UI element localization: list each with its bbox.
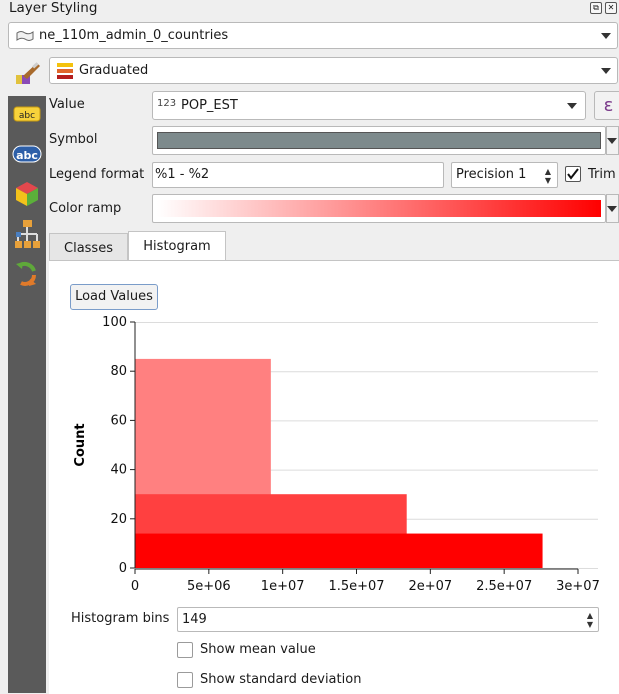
chevron-down-icon [567,102,577,109]
color-ramp-menu-button[interactable] [606,194,619,223]
chart-bars [135,358,543,568]
svg-text:abc: abc [16,149,38,162]
precision-spinbox[interactable]: Precision 1 ▲ ▼ [451,162,558,188]
value-field-name: POP_EST [181,98,238,113]
spinner-arrows-icon[interactable]: ▲ ▼ [587,611,593,629]
x-tick-label: 3e+07 [556,579,600,594]
chevron-down-icon [607,205,617,212]
y-gridline [134,567,599,569]
graduated-icon [57,63,73,79]
titlebar-buttons: ⧉ ✕ [590,2,617,14]
y-tick-label: 80 [110,364,127,379]
symbol-button[interactable] [152,126,606,155]
renderer-name: Graduated [79,63,149,78]
show-stddev-checkbox[interactable] [177,672,193,688]
trim-checkbox[interactable] [565,166,581,182]
color-ramp-swatch [157,200,601,217]
color-ramp-label: Color ramp [49,201,122,216]
x-tick-label: 1e+07 [261,579,305,594]
histogram-chart: 0 20 40 60 80 100 0 5e+06 1e+07 1.5e+07 2e+07 2.5e+… [73,315,600,594]
y-axis-label: Count [73,423,88,466]
trim-label: Trim [588,167,616,182]
y-tick-label: 20 [110,512,127,527]
labels-icon[interactable]: abc [12,100,42,128]
float-icon[interactable]: ⧉ [590,2,602,14]
spinner-arrows-icon[interactable]: ▲ ▼ [545,167,551,185]
chevron-down-icon [601,32,611,39]
y-tick-label: 100 [102,315,127,330]
show-mean-label: Show mean value [200,642,316,657]
x-tick-label: 2.5e+07 [476,579,532,594]
abc-icon[interactable]: abc [12,140,42,168]
value-field-combo[interactable]: 123 POP_EST [152,91,586,120]
tab-histogram[interactable]: Histogram [128,231,226,261]
panel-title: Layer Styling [9,0,98,16]
x-tick-label: 2e+07 [408,579,452,594]
svg-text:abc: abc [19,111,35,121]
panel-titlebar: Layer Styling ⧉ ✕ [0,0,619,19]
y-tick-label: 60 [110,413,127,428]
3d-cube-icon[interactable] [12,180,42,208]
histogram-bins-label: Histogram bins [71,611,170,626]
layer-selector[interactable]: ne_110m_admin_0_countries [8,22,618,49]
show-stddev-label: Show standard deviation [200,672,362,687]
legend-format-input[interactable]: %1 - %2 [152,162,444,188]
renderer-selector[interactable]: Graduated [49,57,618,84]
histogram-bar-3 [135,533,543,568]
tab-classes[interactable]: Classes [49,233,128,261]
x-tick-label: 5e+06 [187,579,231,594]
symbol-color-swatch [157,132,601,149]
layer-name: ne_110m_admin_0_countries [39,28,229,43]
expression-button[interactable]: ε [594,91,619,120]
checkmark-icon [567,168,579,180]
chevron-down-icon [607,137,617,144]
histogram-bins-spinbox[interactable]: 149 ▲ ▼ [177,607,599,632]
precision-value: Precision 1 [456,167,527,182]
x-tick-label: 0 [131,579,139,594]
polygon-layer-icon [16,31,34,41]
value-label: Value [49,97,85,112]
style-sidebar: abc abc [8,96,46,693]
paintbrush-icon[interactable] [14,60,42,86]
load-values-button[interactable]: Load Values [70,284,158,310]
symbol-label: Symbol [49,132,98,147]
y-tick-label: 0 [119,561,127,576]
y-tick-label: 40 [110,463,127,478]
diagram-icon[interactable] [12,220,42,248]
legend-format-label: Legend format [49,167,145,182]
histogram-bins-value: 149 [182,612,207,627]
chevron-down-icon [601,67,611,74]
symbol-menu-button[interactable] [606,126,619,155]
numeric-type-icon: 123 [157,98,177,109]
close-icon[interactable]: ✕ [605,2,617,14]
color-ramp-button[interactable] [152,194,606,223]
x-tick-label: 1.5e+07 [328,579,384,594]
history-icon[interactable] [12,260,42,288]
legend-format-value: %1 - %2 [155,167,210,182]
show-mean-checkbox[interactable] [177,642,193,658]
